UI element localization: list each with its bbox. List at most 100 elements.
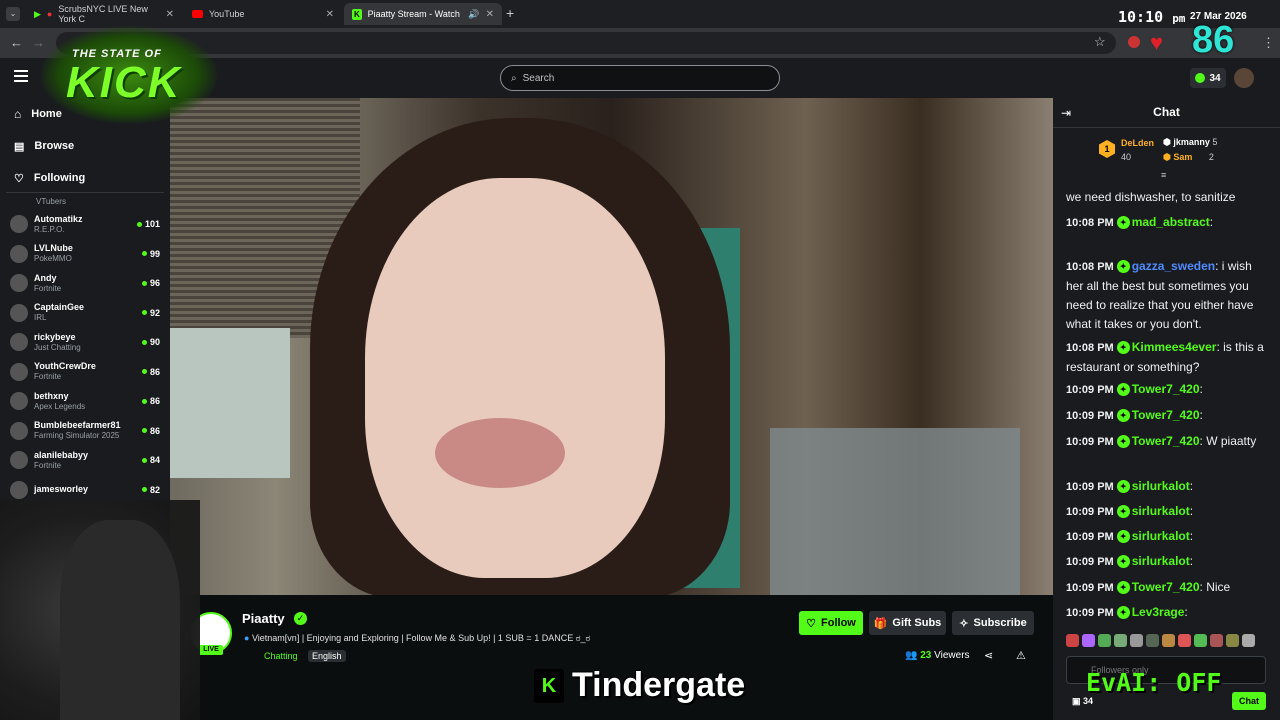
channel-game: Farming Simulator 2025 bbox=[34, 431, 120, 440]
webcam-person bbox=[60, 520, 180, 720]
extension-icon[interactable] bbox=[1128, 36, 1140, 48]
message-username[interactable]: sirlurkalot bbox=[1132, 504, 1190, 518]
leaderboard-value: 40 bbox=[1121, 152, 1132, 162]
emote-icon[interactable] bbox=[1082, 634, 1095, 647]
sidebar-channel[interactable]: LVLNube PokeMMO 99 bbox=[10, 240, 160, 268]
channel-name: LVLNube bbox=[34, 243, 73, 253]
chat-send-button[interactable]: Chat bbox=[1232, 692, 1266, 710]
emote-icon[interactable] bbox=[1146, 634, 1159, 647]
tab-youtube[interactable]: YouTube ✕ bbox=[184, 3, 342, 25]
chat-message: 10:08 PM ✦ mad_abstract: bbox=[1066, 215, 1214, 230]
message-timestamp: 10:09 PM bbox=[1066, 506, 1114, 518]
sidebar-channel[interactable]: CaptainGee IRL 92 bbox=[10, 299, 160, 327]
message-username[interactable]: sirlurkalot bbox=[1132, 479, 1190, 493]
url-field[interactable] bbox=[56, 32, 1116, 54]
viewers-label: Viewers bbox=[934, 650, 970, 661]
viewer-number: 86 bbox=[149, 425, 160, 436]
points-count: 34 bbox=[1209, 72, 1221, 84]
language-tag[interactable]: English bbox=[308, 650, 346, 662]
emote-bar bbox=[1066, 634, 1266, 648]
points-badge[interactable]: 34 bbox=[1190, 68, 1226, 88]
close-icon[interactable]: ✕ bbox=[486, 9, 494, 20]
emote-icon[interactable] bbox=[1066, 634, 1079, 647]
audio-icon[interactable]: 🔊 bbox=[468, 9, 479, 20]
sidebar-item-browse[interactable]: ▤ Browse bbox=[14, 136, 74, 156]
emote-icon[interactable] bbox=[1162, 634, 1175, 647]
channel-name: CaptainGee bbox=[34, 302, 85, 312]
sub-badge-icon: ✦ bbox=[1116, 505, 1130, 519]
tab-scrubsnyc[interactable]: ▶ ● ScrubsNYC LIVE New York C ✕ bbox=[26, 3, 182, 25]
sidebar-channel[interactable]: Bumblebeefarmer81 Farming Simulator 2025 8… bbox=[10, 417, 160, 445]
message-username[interactable]: sirlurkalot bbox=[1132, 529, 1190, 543]
report-icon[interactable]: ⚠ bbox=[1016, 649, 1026, 662]
share-icon[interactable]: ⋖ bbox=[984, 649, 993, 662]
message-timestamp: 10:09 PM bbox=[1066, 556, 1114, 568]
message-username[interactable]: gazza_sweden bbox=[1132, 259, 1215, 273]
emote-icon[interactable] bbox=[1194, 634, 1207, 647]
counter-overlay: 86 bbox=[1192, 19, 1235, 61]
menu-kebab-icon[interactable]: ⋮ bbox=[1262, 35, 1275, 51]
back-icon[interactable]: ← bbox=[10, 35, 23, 50]
viewer-count: 👥 23 Viewers bbox=[905, 650, 970, 661]
sidebar-channel[interactable]: Automatikz R.E.P.O. 101 bbox=[10, 210, 160, 238]
sidebar-item-following[interactable]: ♡ Following bbox=[14, 168, 85, 188]
streamer-name[interactable]: Piaatty bbox=[242, 611, 285, 626]
hamburger-menu-icon[interactable] bbox=[14, 70, 28, 82]
heart-icon: ♥ bbox=[1150, 30, 1164, 55]
chat-message: 10:08 PM ✦ Kimmees4ever: is this a restaur… bbox=[1066, 340, 1264, 374]
close-icon[interactable]: ✕ bbox=[326, 9, 334, 20]
message-username[interactable]: Tower7_420 bbox=[1132, 580, 1200, 594]
message-username[interactable]: sirlurkalot bbox=[1132, 554, 1190, 568]
emote-icon[interactable] bbox=[1210, 634, 1223, 647]
message-username[interactable]: Tower7_420 bbox=[1132, 408, 1200, 422]
sidebar-channel[interactable]: YouthCrewDre Fortnite 86 bbox=[10, 358, 160, 386]
sidebar-channel[interactable]: alanilebabyy Fortnite 84 bbox=[10, 446, 160, 474]
emote-icon[interactable] bbox=[1178, 634, 1191, 647]
subscribe-button[interactable]: ✧ Subscribe bbox=[952, 611, 1034, 635]
video-player[interactable] bbox=[170, 98, 1053, 595]
message-username[interactable]: Lev3rage bbox=[1132, 605, 1185, 619]
message-username[interactable]: Tower7_420 bbox=[1132, 434, 1200, 448]
tab-piaatty[interactable]: K Piaatty Stream - Watch Live 🔊 ✕ bbox=[344, 3, 502, 25]
follow-button[interactable]: ♡ Follow bbox=[799, 611, 863, 635]
sidebar-channel[interactable]: rickybeye Just Chatting 90 bbox=[10, 328, 160, 356]
message-timestamp: 10:09 PM bbox=[1066, 436, 1114, 448]
emote-icon[interactable] bbox=[1226, 634, 1239, 647]
close-icon[interactable]: ✕ bbox=[166, 9, 174, 20]
tab-search-icon[interactable]: ⌄ bbox=[6, 7, 20, 21]
leaderboard-entry-3[interactable]: ⬢ Sam 2 bbox=[1163, 152, 1214, 163]
shelf-decor bbox=[770, 428, 1020, 595]
divider bbox=[6, 192, 164, 193]
emote-icon[interactable] bbox=[1242, 634, 1255, 647]
expand-leaderboard-icon[interactable]: ≡ bbox=[1161, 170, 1166, 180]
search-input[interactable]: ⌕ Search bbox=[500, 65, 780, 91]
new-tab-button[interactable]: + bbox=[506, 5, 514, 21]
chat-points[interactable]: ▣ 34 bbox=[1072, 696, 1093, 707]
message-username[interactable]: Kimmees4ever bbox=[1132, 340, 1217, 354]
search-icon: ⌕ bbox=[511, 72, 517, 84]
nav-label: Following bbox=[33, 172, 86, 184]
tab-label: ScrubsNYC LIVE New York C bbox=[58, 4, 148, 24]
channel-name: jamesworley bbox=[34, 484, 89, 494]
emote-icon[interactable] bbox=[1114, 634, 1127, 647]
leaderboard-entry-2[interactable]: ⬢ jkmanny 5 bbox=[1163, 137, 1217, 148]
emote-icon[interactable] bbox=[1098, 634, 1111, 647]
sidebar-channel[interactable]: bethxny Apex Legends 86 bbox=[10, 387, 160, 415]
channel-viewers: 96 bbox=[141, 278, 160, 288]
sidebar-channel[interactable]: Andy Fortnite 96 bbox=[10, 269, 160, 297]
leaderboard-name[interactable]: DeLden bbox=[1121, 138, 1154, 148]
category-link[interactable]: Chatting bbox=[264, 651, 298, 661]
channel-viewers: 90 bbox=[141, 337, 160, 347]
message-username[interactable]: Tower7_420 bbox=[1132, 382, 1200, 396]
emote-icon[interactable] bbox=[1130, 634, 1143, 647]
chat-points-count: 34 bbox=[1083, 696, 1094, 706]
home-icon: ⌂ bbox=[14, 107, 22, 121]
forward-icon[interactable]: → bbox=[32, 35, 45, 50]
channel-viewers: 101 bbox=[136, 219, 160, 229]
gift-subs-button[interactable]: 🎁 Gift Subs bbox=[869, 611, 946, 635]
sidebar-item-home[interactable]: ⌂ Home bbox=[14, 104, 62, 124]
user-avatar[interactable] bbox=[1234, 68, 1254, 88]
live-dot-icon bbox=[141, 310, 147, 315]
bookmark-star-icon[interactable]: ☆ bbox=[1094, 34, 1106, 50]
message-username[interactable]: mad_abstract bbox=[1132, 215, 1210, 229]
